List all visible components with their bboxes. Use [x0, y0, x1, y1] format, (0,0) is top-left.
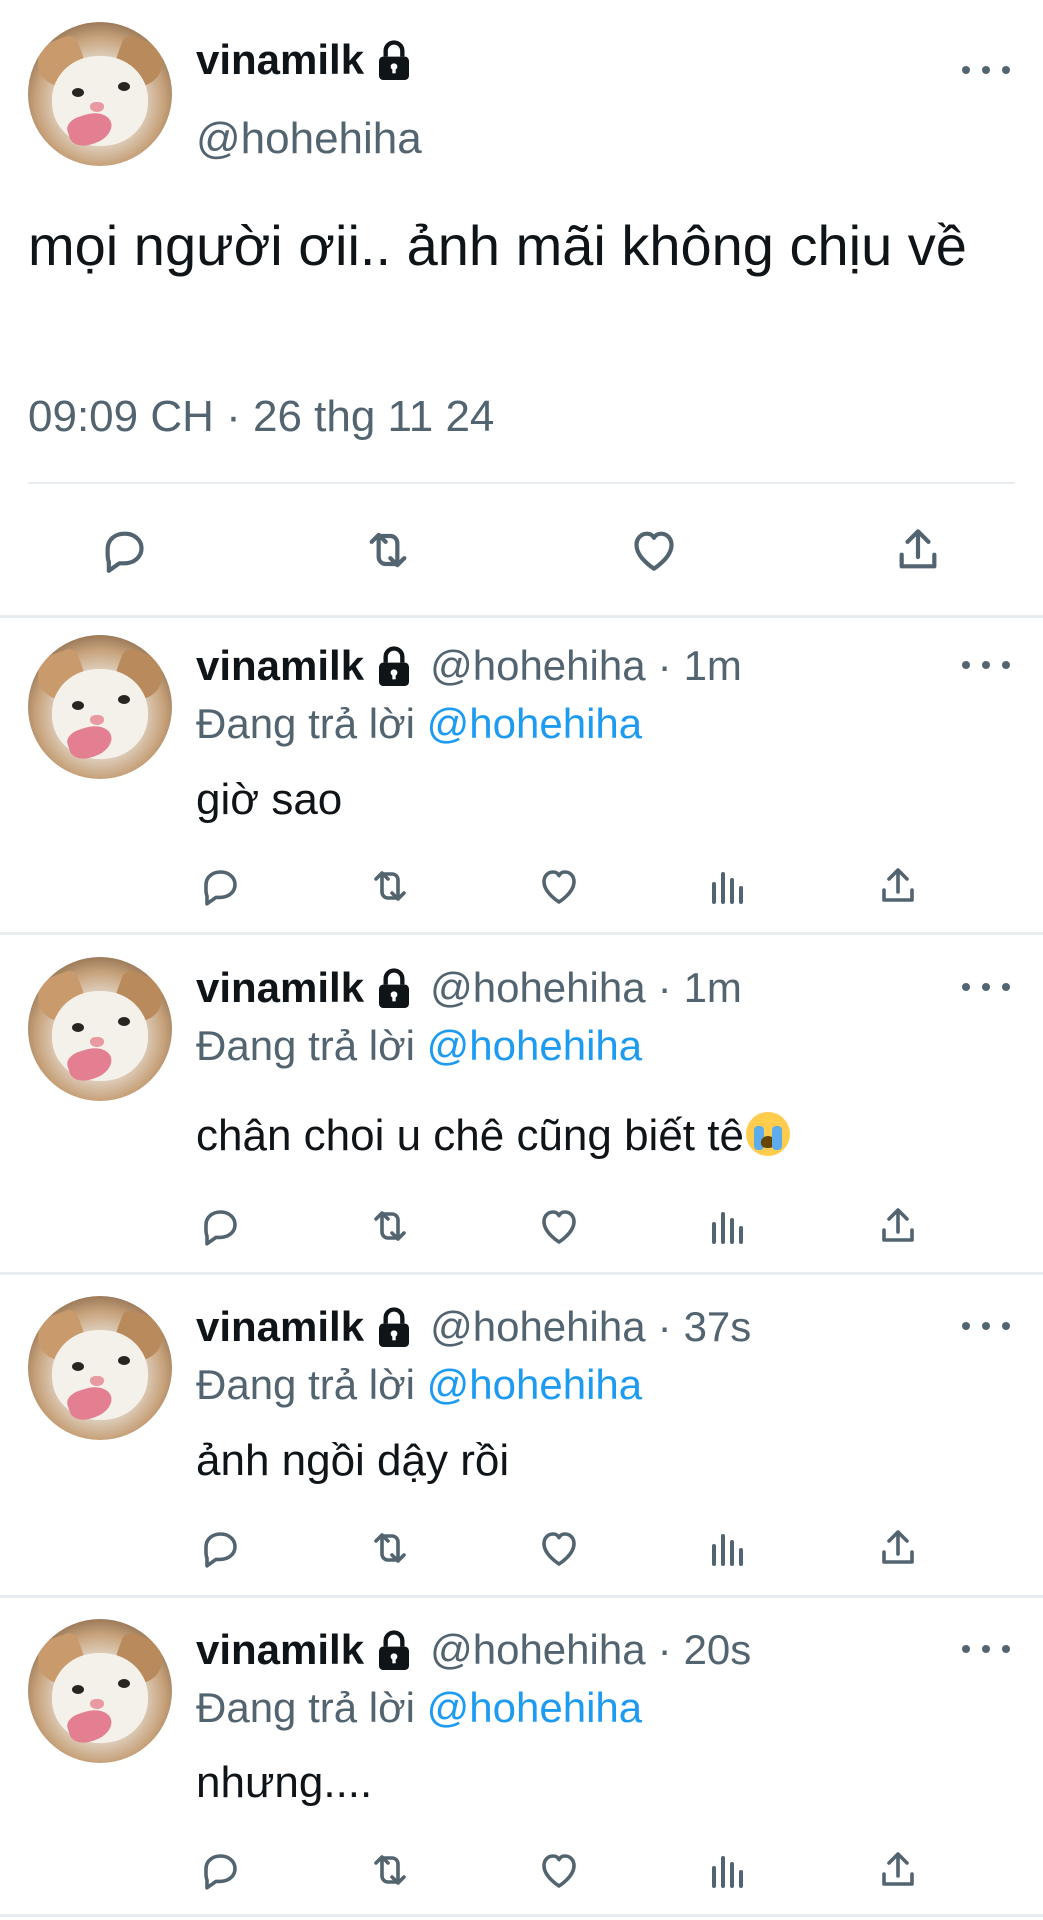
reply-icon[interactable]	[196, 1202, 244, 1250]
replying-to-label: Đang trả lời	[196, 1684, 415, 1731]
more-options-icon[interactable]	[962, 655, 1010, 675]
avatar[interactable]	[28, 22, 172, 166]
reply-text-row: chân choi u chê cũng biết tê	[196, 1111, 790, 1161]
replying-to: Đang trả lời @hohehiha	[196, 1361, 642, 1409]
like-icon[interactable]	[535, 1524, 583, 1572]
separator: ·	[657, 1303, 672, 1350]
crying-face-emoji-icon	[745, 1112, 790, 1156]
retweet-icon[interactable]	[366, 1846, 414, 1894]
replying-to-mention[interactable]: @hohehiha	[427, 1361, 642, 1408]
display-name[interactable]: vinamilk	[196, 1626, 364, 1674]
more-options-icon[interactable]	[962, 1639, 1010, 1659]
display-name[interactable]: vinamilk	[196, 642, 364, 690]
divider	[0, 1595, 1043, 1598]
views-icon[interactable]	[704, 1202, 752, 1250]
views-icon[interactable]	[704, 1524, 752, 1572]
views-icon[interactable]	[704, 1846, 752, 1894]
replying-to-label: Đang trả lời	[196, 1361, 415, 1408]
more-options-icon[interactable]	[962, 1316, 1010, 1336]
reply-text: ảnh ngồi dậy rồi	[196, 1436, 510, 1485]
replying-to: Đang trả lời @hohehiha	[196, 1684, 642, 1732]
separator: ·	[657, 642, 672, 689]
handle[interactable]: @hohehiha	[196, 114, 422, 164]
divider	[0, 1914, 1043, 1917]
divider	[0, 932, 1043, 935]
lock-icon	[374, 1305, 414, 1349]
share-icon[interactable]	[874, 1846, 922, 1894]
author-row: vinamilk	[196, 36, 414, 84]
replying-to-label: Đang trả lời	[196, 1022, 415, 1069]
author-row: vinamilk @hohehiha · 20s	[196, 1626, 751, 1674]
handle[interactable]: @hohehiha	[430, 964, 645, 1012]
lock-icon	[374, 1628, 414, 1672]
relative-time[interactable]: 1m	[684, 964, 742, 1012]
retweet-icon[interactable]	[366, 862, 414, 910]
lock-icon	[374, 966, 414, 1010]
avatar[interactable]	[28, 1296, 172, 1440]
avatar[interactable]	[28, 1619, 172, 1763]
tweet-timestamp[interactable]: 09:09 CH · 26 thg 11 24	[28, 392, 494, 442]
replying-to-mention[interactable]: @hohehiha	[427, 1684, 642, 1731]
separator: ·	[657, 964, 672, 1011]
lock-icon	[374, 38, 414, 82]
reply-icon[interactable]	[96, 522, 152, 578]
relative-time[interactable]: 20s	[684, 1626, 752, 1674]
share-icon[interactable]	[874, 1524, 922, 1572]
replying-to-label: Đang trả lời	[196, 700, 415, 747]
separator: ·	[657, 1626, 672, 1673]
author-row: vinamilk @hohehiha · 1m	[196, 964, 742, 1012]
avatar[interactable]	[28, 635, 172, 779]
divider	[28, 482, 1015, 484]
reply-text: nhưng....	[196, 1758, 373, 1807]
lock-icon	[374, 644, 414, 688]
relative-time[interactable]: 37s	[684, 1303, 752, 1351]
handle[interactable]: @hohehiha	[430, 1303, 645, 1351]
handle[interactable]: @hohehiha	[430, 1626, 645, 1674]
author-row: vinamilk @hohehiha · 1m	[196, 642, 742, 690]
author-row: vinamilk @hohehiha · 37s	[196, 1303, 751, 1351]
replying-to-mention[interactable]: @hohehiha	[427, 1022, 642, 1069]
share-icon[interactable]	[874, 1202, 922, 1250]
avatar[interactable]	[28, 957, 172, 1101]
like-icon[interactable]	[626, 522, 682, 578]
reply-icon[interactable]	[196, 862, 244, 910]
handle[interactable]: @hohehiha	[430, 642, 645, 690]
reply-icon[interactable]	[196, 1846, 244, 1894]
more-options-icon[interactable]	[962, 60, 1010, 80]
replying-to: Đang trả lời @hohehiha	[196, 1022, 642, 1070]
retweet-icon[interactable]	[360, 522, 416, 578]
retweet-icon[interactable]	[366, 1202, 414, 1250]
relative-time[interactable]: 1m	[684, 642, 742, 690]
views-icon[interactable]	[704, 862, 752, 910]
retweet-icon[interactable]	[366, 1524, 414, 1572]
more-options-icon[interactable]	[962, 977, 1010, 997]
divider	[0, 1272, 1043, 1275]
reply-text: chân choi u chê cũng biết tê	[196, 1111, 744, 1160]
divider	[0, 615, 1043, 618]
replying-to: Đang trả lời @hohehiha	[196, 700, 642, 748]
share-icon[interactable]	[874, 862, 922, 910]
like-icon[interactable]	[535, 1846, 583, 1894]
display-name[interactable]: vinamilk	[196, 36, 364, 84]
reply-icon[interactable]	[196, 1524, 244, 1572]
share-icon[interactable]	[890, 522, 946, 578]
like-icon[interactable]	[535, 1202, 583, 1250]
tweet-text: mọi người ơii.. ảnh mãi không chịu về	[28, 214, 967, 277]
display-name[interactable]: vinamilk	[196, 1303, 364, 1351]
display-name[interactable]: vinamilk	[196, 964, 364, 1012]
replying-to-mention[interactable]: @hohehiha	[427, 700, 642, 747]
reply-text: giờ sao	[196, 775, 343, 824]
like-icon[interactable]	[535, 862, 583, 910]
